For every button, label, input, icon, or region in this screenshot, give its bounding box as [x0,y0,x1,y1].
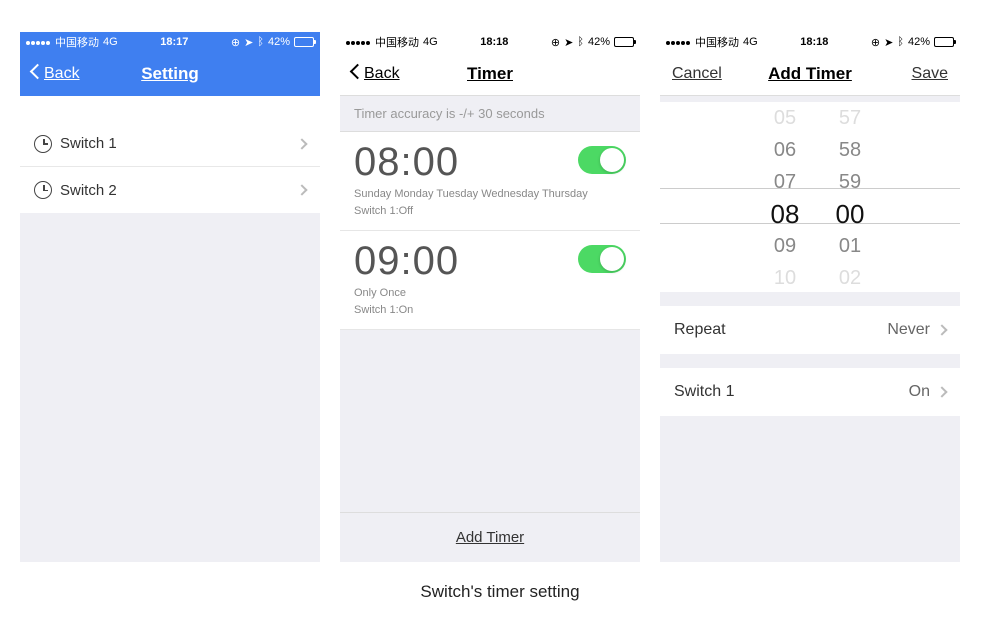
signal-dots-icon [666,36,691,48]
screen-add-timer: 中国移动 4G 18:18 ⊕ ➤ ᛒ 42% Cancel Add Timer… [660,32,960,562]
timer-days: Sunday Monday Tuesday Wednesday Thursday [354,187,626,202]
back-button[interactable]: Back [32,65,80,83]
nav-bar: Back Timer [340,52,640,96]
carrier-label: 中国移动 [375,34,419,50]
bluetooth-icon: ᛒ [897,36,904,48]
figure-caption: Switch's timer setting [0,582,1000,602]
location-icon: ⊕ [871,36,880,49]
nav-arrow-icon: ➤ [244,36,253,49]
accuracy-notice: Timer accuracy is -/+ 30 seconds [340,96,640,132]
page-title: Setting [141,64,199,84]
add-timer-button[interactable]: Add Timer [340,512,640,562]
battery-icon [614,37,634,47]
switch1-row[interactable]: Switch 1 On [660,368,960,416]
timer-action: Switch 1:Off [354,204,626,219]
chevron-left-icon [352,66,362,82]
repeat-row[interactable]: Repeat Never [660,306,960,354]
battery-percent: 42% [588,36,610,48]
network-label: 4G [423,36,438,48]
network-label: 4G [743,36,758,48]
bluetooth-icon: ᛒ [577,36,584,48]
list-item-switch2[interactable]: Switch 2 [20,167,320,213]
status-time: 18:18 [800,36,828,48]
repeat-label: Repeat [674,321,726,339]
back-label: Back [44,65,80,83]
status-bar: 中国移动 4G 18:18 ⊕ ➤ ᛒ 42% [660,32,960,52]
timer-action: Switch 1:On [354,303,626,318]
switch1-label: Switch 1 [674,383,734,401]
timer-item[interactable]: 09:00 Only Once Switch 1:On [340,231,640,330]
timer-days: Only Once [354,286,626,301]
switch-label: Switch 1 [60,135,117,152]
signal-dots-icon [346,36,371,48]
clock-icon [34,181,52,199]
battery-icon [294,37,314,47]
chevron-right-icon [936,324,947,335]
screen-setting: 中国移动 4G 18:17 ⊕ ➤ ᛒ 42% Back Setting [20,32,320,562]
page-title: Timer [467,64,513,84]
time-picker[interactable]: 05 06 07 08 09 10 57 58 59 00 01 02 [660,102,960,292]
screen-timer: 中国移动 4G 18:18 ⊕ ➤ ᛒ 42% Back Timer [340,32,640,562]
location-icon: ⊕ [231,36,240,49]
picker-minutes[interactable]: 57 58 59 00 01 02 [820,102,880,292]
switch-label: Switch 2 [60,182,117,199]
repeat-value: Never [887,321,930,339]
switch-list: Switch 1 Switch 2 [20,121,320,213]
timer-toggle[interactable] [578,146,626,174]
back-button[interactable]: Back [352,65,400,83]
location-icon: ⊕ [551,36,560,49]
chevron-right-icon [296,138,307,149]
nav-bar: Back Setting [20,52,320,96]
timer-toggle[interactable] [578,245,626,273]
signal-dots-icon [26,36,51,48]
picker-hours[interactable]: 05 06 07 08 09 10 [755,102,815,292]
status-time: 18:18 [480,36,508,48]
nav-arrow-icon: ➤ [564,36,573,49]
battery-percent: 42% [268,36,290,48]
page-title: Add Timer [768,64,852,84]
battery-percent: 42% [908,36,930,48]
cancel-button[interactable]: Cancel [672,65,722,83]
bluetooth-icon: ᛒ [257,36,264,48]
save-button[interactable]: Save [912,65,948,83]
nav-bar: Cancel Add Timer Save [660,52,960,96]
battery-icon [934,37,954,47]
status-bar: 中国移动 4G 18:18 ⊕ ➤ ᛒ 42% [340,32,640,52]
status-bar: 中国移动 4G 18:17 ⊕ ➤ ᛒ 42% [20,32,320,52]
network-label: 4G [103,36,118,48]
carrier-label: 中国移动 [695,34,739,50]
chevron-right-icon [936,386,947,397]
clock-icon [34,135,52,153]
list-item-switch1[interactable]: Switch 1 [20,121,320,167]
back-label: Back [364,65,400,83]
switch1-value: On [909,383,930,401]
status-time: 18:17 [160,36,188,48]
timer-item[interactable]: 08:00 Sunday Monday Tuesday Wednesday Th… [340,132,640,231]
carrier-label: 中国移动 [55,34,99,50]
nav-arrow-icon: ➤ [884,36,893,49]
chevron-left-icon [32,66,42,82]
chevron-right-icon [296,184,307,195]
